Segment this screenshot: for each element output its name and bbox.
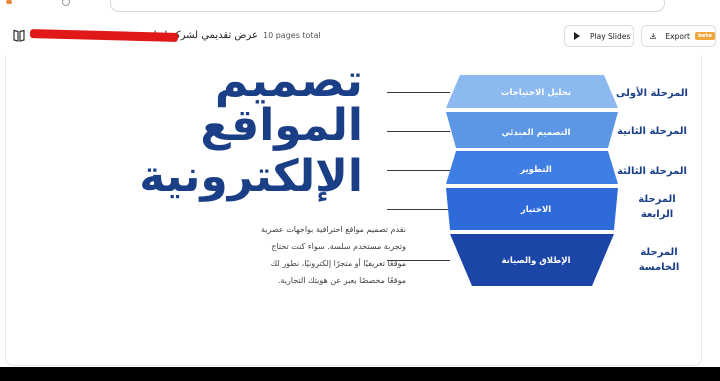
- beta-badge: beta: [694, 32, 715, 40]
- app-header: عرض تقديمي لشركة إبداعية 10 pages total …: [0, 22, 720, 50]
- connector-line: [387, 92, 450, 93]
- export-label: Export: [665, 31, 690, 41]
- screen-bottom-border: [0, 367, 720, 381]
- stage-label-5: المرحلة الخامسة: [638, 247, 680, 273]
- download-icon: [650, 33, 657, 39]
- connector-line: [387, 170, 450, 171]
- stage-label-1: المرحلة الأولى: [616, 88, 688, 99]
- slide-canvas[interactable]: تصميم المواقع الإلكترونية نقدم تصميم موا…: [5, 55, 702, 366]
- connector-line: [387, 260, 450, 261]
- stage-label-2: المرحلة الثانية: [617, 126, 687, 137]
- stage-label-4: المرحلة الرابعة: [638, 194, 676, 220]
- stage-label-3: المرحلة الثالثة: [617, 166, 687, 177]
- funnel-label-3: التطوير: [520, 165, 552, 175]
- book-icon[interactable]: [13, 29, 25, 42]
- tab-favicon: [6, 0, 12, 4]
- page-count: 10 pages total: [263, 31, 321, 40]
- connector-line: [387, 209, 450, 210]
- funnel-label-4: الاختبار: [520, 205, 552, 215]
- export-button[interactable]: Export beta: [641, 25, 716, 47]
- close-tab-icon[interactable]: [62, 0, 70, 6]
- screen: عرض تقديمي لشركة إبداعية 10 pages total …: [0, 0, 720, 367]
- slide-title-line-1: تصميم: [214, 53, 363, 107]
- connector-line: [387, 131, 450, 132]
- address-bar[interactable]: [110, 0, 665, 12]
- slide-title-line-2: المواقع: [200, 100, 363, 151]
- funnel-label-5: الإطلاق والصيانة: [501, 256, 571, 266]
- play-icon: [574, 32, 580, 40]
- browser-top-strip: [0, 0, 720, 12]
- play-slides-button[interactable]: Play Slides: [564, 25, 634, 47]
- slide-description: نقدم تصميم مواقع احترافية بواجهات عصرية …: [261, 225, 406, 285]
- slide-title-line-3: الإلكترونية: [139, 151, 363, 202]
- play-slides-label: Play Slides: [590, 31, 631, 41]
- funnel-label-2: التصميم المبدئي: [501, 128, 571, 138]
- funnel-label-1: تحليل الاحتياجات: [500, 88, 572, 98]
